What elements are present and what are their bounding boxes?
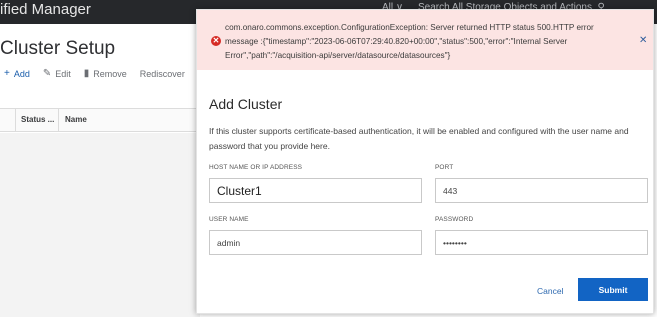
add-label: Add <box>13 68 30 79</box>
dialog-title: Add Cluster <box>209 96 283 112</box>
app-title: ified Manager <box>0 1 91 18</box>
add-button[interactable]: + Add <box>4 68 30 79</box>
port-label: PORT <box>435 164 454 171</box>
rediscover-button[interactable]: Rediscover <box>140 69 185 79</box>
username-input[interactable] <box>209 230 422 255</box>
remove-button[interactable]: ▮ Remove <box>84 68 127 79</box>
username-label: USER NAME <box>209 216 249 223</box>
host-input[interactable] <box>209 178 422 203</box>
port-input[interactable] <box>435 178 648 203</box>
rediscover-label: Rediscover <box>139 68 185 79</box>
edit-button[interactable]: ✎ Edit <box>43 68 71 79</box>
select-column-header[interactable] <box>0 109 16 131</box>
toolbar: + Add ✎ Edit ▮ Remove Rediscover <box>4 68 198 79</box>
password-input[interactable] <box>435 230 648 255</box>
error-banner: ✕ com.onaro.commons.exception.Configurat… <box>197 10 653 70</box>
name-column-header[interactable]: Name <box>60 109 200 131</box>
pencil-icon: ✎ <box>42 68 52 79</box>
trash-icon: ▮ <box>83 68 90 79</box>
page-title: Cluster Setup <box>0 38 116 59</box>
host-label: HOST NAME OR IP ADDRESS <box>209 164 303 171</box>
submit-button[interactable]: Submit <box>578 278 648 301</box>
error-icon: ✕ <box>211 36 221 46</box>
edit-label: Edit <box>55 68 71 79</box>
grid-body <box>0 133 200 317</box>
error-message: com.onaro.commons.exception.Configuratio… <box>225 23 594 60</box>
close-icon[interactable]: ✕ <box>639 35 647 46</box>
password-label: PASSWORD <box>435 216 474 223</box>
status-column-header[interactable]: Status ... <box>16 109 59 131</box>
cancel-button[interactable]: Cancel <box>537 286 563 296</box>
add-cluster-dialog: ✕ com.onaro.commons.exception.Configurat… <box>196 9 654 314</box>
remove-label: Remove <box>93 68 127 79</box>
plus-icon: + <box>4 68 10 79</box>
grid-header: Status ... Name <box>0 108 200 132</box>
dialog-description: If this cluster supports certificate-bas… <box>209 126 629 151</box>
